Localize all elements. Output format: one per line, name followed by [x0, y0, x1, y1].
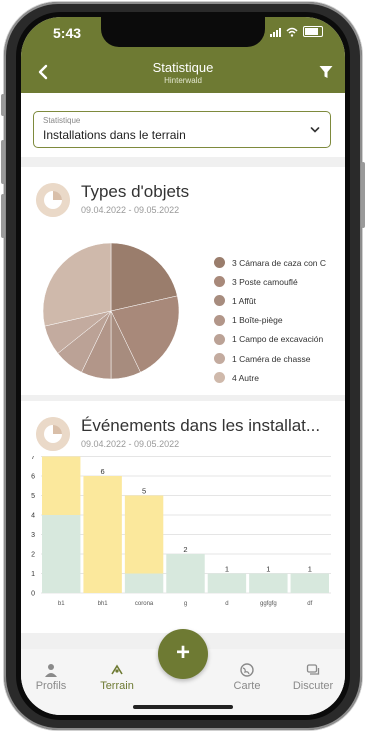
legend-swatch: [214, 295, 225, 307]
bar-value-label: 1: [225, 565, 229, 574]
nav-carte-label: Carte: [233, 680, 261, 692]
object-types-legend: 3 Cámara de caza con C 3 Poste camouflé 1 …: [214, 253, 326, 387]
x-tick-label: ggfgfg: [260, 601, 277, 607]
bar-segment: [42, 515, 81, 593]
legend-label: 1 Boîte-piège: [232, 315, 283, 326]
x-tick-label: b1: [58, 601, 65, 607]
bar-value-label: 1: [266, 565, 270, 574]
power-button: [361, 162, 365, 228]
bar-segment: [249, 573, 288, 593]
nav-profils[interactable]: Profils: [21, 663, 81, 692]
nav-discuter[interactable]: Discuter: [283, 663, 343, 692]
bar-value-label: 2: [183, 545, 187, 554]
bar-value-label: 5: [142, 487, 146, 496]
card-date-object-types: 09.04.2022 - 09.05.2022: [81, 205, 180, 215]
legend-swatch: [214, 314, 225, 326]
statistic-select[interactable]: Statistique Installations dans le terrai…: [33, 111, 331, 148]
legend-swatch: [214, 257, 225, 269]
pie-chart-icon: [36, 183, 70, 217]
home-indicator: [133, 705, 233, 709]
y-tick-label: 4: [31, 513, 35, 520]
nav-discuter-label: Discuter: [292, 680, 334, 692]
bar-segment: [42, 456, 81, 515]
statistic-select-area: Statistique Installations dans le terrai…: [21, 93, 345, 157]
notch: [101, 17, 265, 47]
y-tick-label: 7: [31, 456, 35, 461]
legend-item: 1 Boîte-piège: [214, 311, 326, 330]
bar-segment: [207, 573, 247, 593]
profile-icon: [45, 664, 57, 677]
phone-frame: 5:43 Statistique Hinterwald Statistique …: [1, 2, 365, 730]
y-tick-label: 5: [31, 493, 35, 500]
legend-swatch: [214, 372, 225, 384]
legend-label: 4 Autre: [232, 372, 259, 383]
page-subtitle: Hinterwald: [164, 76, 202, 85]
statistic-select-value: Installations dans le terrain: [43, 128, 186, 142]
bar-value-label: 6: [101, 467, 105, 476]
legend-swatch: [214, 333, 225, 345]
status-time: 5:43: [53, 25, 82, 41]
globe-icon: [240, 663, 254, 677]
page-title: Statistique: [152, 60, 214, 75]
bar-segment: [166, 554, 205, 593]
status-icons: [270, 26, 323, 37]
nav-terrain-label: Terrain: [100, 680, 134, 692]
x-tick-label: corona: [135, 601, 154, 607]
screen: 5:43 Statistique Hinterwald Statistique …: [21, 17, 345, 715]
pie-chart-icon: [36, 417, 70, 451]
legend-label: 1 Affût: [232, 295, 256, 306]
nav-profils-label: Profils: [35, 680, 67, 692]
card-date-events: 09.04.2022 - 09.05.2022: [81, 439, 180, 449]
legend-swatch: [214, 276, 225, 288]
terrain-icon: [111, 664, 123, 675]
statistic-select-label: Statistique: [43, 116, 81, 125]
legend-label: 1 Caméra de chasse: [232, 353, 311, 364]
bar-segment: [290, 573, 329, 593]
bar-value-label: 1: [308, 565, 312, 574]
x-tick-label: d: [225, 601, 228, 607]
legend-item: 1 Caméra de chasse: [214, 349, 326, 368]
nav-terrain[interactable]: Terrain: [87, 663, 147, 692]
legend-label: 3 Cámara de caza con C: [232, 257, 327, 268]
legend-swatch: [214, 353, 225, 365]
chevron-down-icon: [310, 127, 320, 133]
nav-carte[interactable]: Carte: [217, 663, 277, 692]
object-types-card: Types d'objets 09.04.2022 - 09.05.2022 3…: [21, 167, 345, 395]
chat-icon: [306, 664, 320, 675]
card-title-events: Événements dans les installat...: [81, 416, 321, 435]
y-tick-label: 0: [31, 591, 35, 598]
y-tick-label: 3: [31, 532, 35, 539]
card-title-object-types: Types d'objets: [81, 182, 190, 201]
mute-switch: [1, 94, 5, 116]
legend-item: 1 Campo de excavación: [214, 330, 326, 349]
events-card: Événements dans les installat... 09.04.2…: [21, 401, 345, 633]
object-types-pie-chart: [42, 242, 180, 380]
legend-item: 1 Affût: [214, 291, 326, 310]
volume-up-button: [1, 140, 5, 184]
x-tick-label: g: [184, 601, 187, 607]
legend-item: 3 Poste camouflé: [214, 272, 326, 291]
y-tick-label: 2: [31, 552, 35, 559]
y-tick-label: 1: [31, 571, 35, 578]
wifi-icon: [286, 27, 298, 37]
battery-icon: [303, 26, 323, 37]
bar-segment: [83, 476, 122, 593]
bar-segment: [124, 573, 164, 593]
bar-value-label: 7: [59, 456, 63, 457]
x-tick-label: df: [307, 601, 312, 607]
legend-label: 1 Campo de excavación: [232, 334, 324, 345]
signal-icon: [270, 27, 281, 37]
add-button[interactable]: +: [158, 629, 208, 679]
x-tick-label: bh1: [98, 601, 109, 607]
events-bar-chart: 0 1 2 3 4 5 6 7 7 b1 6 bh1 5 corona 2 g 1 d 1 ggfgfg 1 df: [31, 456, 331, 607]
legend-item: 3 Cámara de caza con C: [214, 253, 326, 272]
volume-down-button: [1, 194, 5, 238]
filter-icon[interactable]: [319, 65, 333, 79]
legend-label: 3 Poste camouflé: [232, 276, 298, 287]
legend-item: 4 Autre: [214, 368, 326, 387]
y-tick-label: 6: [31, 474, 35, 481]
bar-segment: [124, 495, 164, 574]
